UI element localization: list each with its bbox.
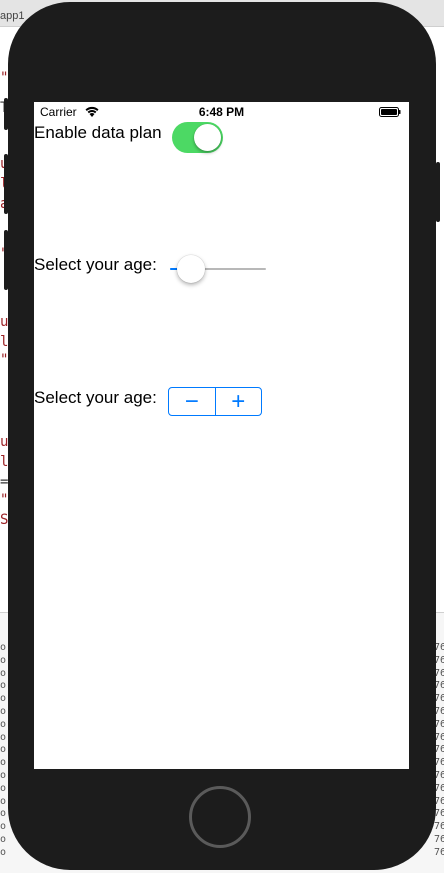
console-log-glyph: o — [0, 757, 7, 769]
console-log-glyph: o — [0, 731, 7, 743]
console-log-tail: 76 — [434, 834, 444, 845]
console-log-glyph: o — [0, 718, 7, 730]
console-log-glyph: o — [0, 667, 7, 679]
age-slider-label: Select your age: — [34, 255, 157, 274]
status-bar: Carrier 6:48 PM — [34, 102, 409, 122]
console-log-tail: 76 — [434, 846, 444, 858]
stepper-increment-button[interactable]: + — [216, 388, 262, 415]
data-plan-label: Enable data plan — [34, 123, 162, 142]
data-plan-switch[interactable] — [172, 122, 223, 153]
console-log-glyph: o — [0, 834, 7, 845]
home-button[interactable] — [189, 786, 251, 848]
volume-down-button — [4, 230, 8, 290]
console-log-glyph: o — [0, 846, 7, 858]
console-log-glyph: o — [0, 744, 7, 756]
age-stepper[interactable]: − + — [168, 387, 262, 416]
app-screen: Carrier 6:48 PM Enable data plan Select … — [34, 102, 409, 769]
stepper-decrement-button[interactable]: − — [169, 388, 215, 415]
console-log-glyph: o — [0, 706, 7, 717]
mute-switch — [4, 98, 8, 130]
battery-icon — [379, 107, 401, 117]
age-slider[interactable] — [170, 254, 266, 284]
console-log-glyph: o — [0, 680, 7, 692]
console-log-glyph: o — [0, 821, 7, 833]
console-log-glyph: o — [0, 642, 7, 653]
console-log-glyph: o — [0, 770, 7, 781]
console-log-glyph: o — [0, 795, 7, 807]
console-log-glyph: o — [0, 654, 7, 666]
switch-knob — [194, 124, 221, 151]
console-log-tail: 76 — [434, 821, 444, 833]
volume-up-button — [4, 154, 8, 214]
age-stepper-label: Select your age: — [34, 388, 157, 407]
console-log-glyph: o — [0, 693, 7, 705]
status-time: 6:48 PM — [198, 105, 245, 119]
editor-tab-title[interactable]: app1 — [0, 10, 24, 22]
console-log-glyph: o — [0, 808, 7, 820]
slider-thumb[interactable] — [176, 255, 205, 283]
console-log-glyph: o — [0, 782, 7, 794]
power-button — [436, 162, 440, 222]
